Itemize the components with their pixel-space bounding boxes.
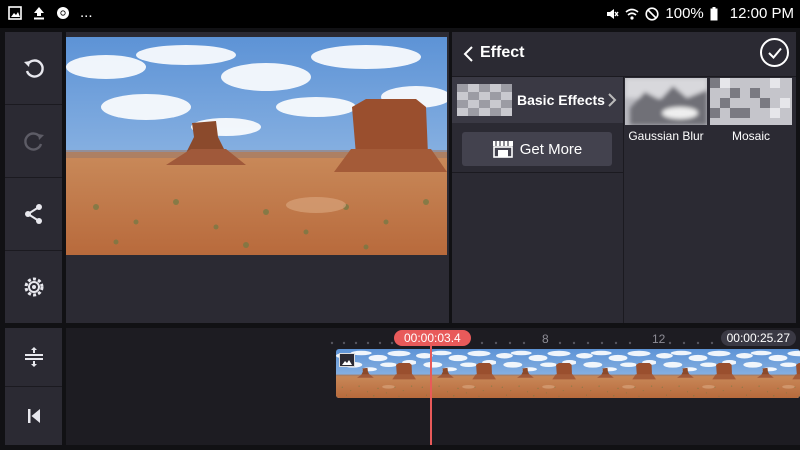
- wifi-icon: [625, 7, 639, 21]
- effect-mosaic[interactable]: Mosaic: [710, 78, 792, 148]
- divider: [452, 172, 623, 173]
- timeline[interactable]: 8 12 00:00:03.4 00:00:25.27: [66, 328, 800, 445]
- playhead[interactable]: [430, 346, 432, 445]
- get-more-button[interactable]: Get More: [462, 132, 612, 166]
- effect-thumbnail: [625, 78, 707, 125]
- undo-icon: [23, 59, 44, 78]
- panel-title: Effect: [480, 44, 525, 61]
- image-icon: [8, 6, 22, 20]
- video-preview[interactable]: [66, 32, 449, 323]
- get-more-label: Get More: [519, 140, 583, 158]
- confirm-button[interactable]: [760, 38, 789, 67]
- timeline-adjust-button[interactable]: [5, 328, 62, 387]
- effect-panel-header: Effect: [452, 32, 796, 77]
- checkmark-icon: [767, 47, 782, 59]
- image-clip-icon: [339, 353, 355, 367]
- ruler-tick-label: 12: [652, 332, 666, 346]
- effect-category-list: Basic Effects Get More: [452, 77, 624, 323]
- share-button[interactable]: [5, 178, 62, 251]
- skip-to-start-button[interactable]: [5, 387, 62, 445]
- do-not-disturb-icon: [645, 7, 660, 21]
- video-clip[interactable]: [336, 349, 800, 398]
- effect-gaussian-blur[interactable]: Gaussian Blur: [625, 78, 707, 148]
- total-duration-badge: 00:00:25.27: [720, 330, 796, 346]
- split-adjust-icon: [24, 347, 43, 367]
- status-bar: ... 100% 12:00 PM: [0, 0, 800, 28]
- skip-to-start-icon: [27, 409, 40, 423]
- effect-label: Mosaic: [731, 129, 770, 143]
- clip-thumbnails: [336, 349, 800, 398]
- effect-label: Gaussian Blur: [628, 129, 704, 143]
- store-icon: [492, 141, 513, 158]
- battery-percent: 100%: [665, 5, 704, 22]
- upload-icon: [32, 6, 46, 20]
- battery-icon: [710, 7, 724, 21]
- preview-frame: [66, 37, 447, 255]
- category-thumbnail: [457, 84, 512, 116]
- clock: 12:00 PM: [729, 5, 794, 22]
- chrome-icon: [56, 6, 70, 20]
- share-icon: [24, 204, 42, 224]
- current-time-badge: 00:00:03.4: [394, 330, 471, 346]
- timeline-tools: [5, 328, 62, 445]
- effect-thumbnail: [710, 78, 792, 125]
- settings-button[interactable]: [5, 251, 62, 323]
- more-notifications: ...: [80, 4, 93, 21]
- undo-button[interactable]: [5, 32, 62, 105]
- editor-toolbar: [5, 32, 62, 323]
- effect-panel: Effect Basic Effects Get More Gaussian B…: [452, 32, 796, 323]
- redo-button[interactable]: [5, 105, 62, 178]
- redo-icon: [23, 132, 44, 151]
- settings-icon: [24, 277, 43, 297]
- mute-icon: [605, 7, 619, 21]
- chevron-right-icon: [608, 93, 617, 107]
- ruler-tick-label: 8: [542, 332, 549, 346]
- category-basic-effects[interactable]: Basic Effects: [452, 77, 623, 123]
- category-label: Basic Effects: [517, 92, 605, 108]
- back-icon[interactable]: [460, 44, 478, 64]
